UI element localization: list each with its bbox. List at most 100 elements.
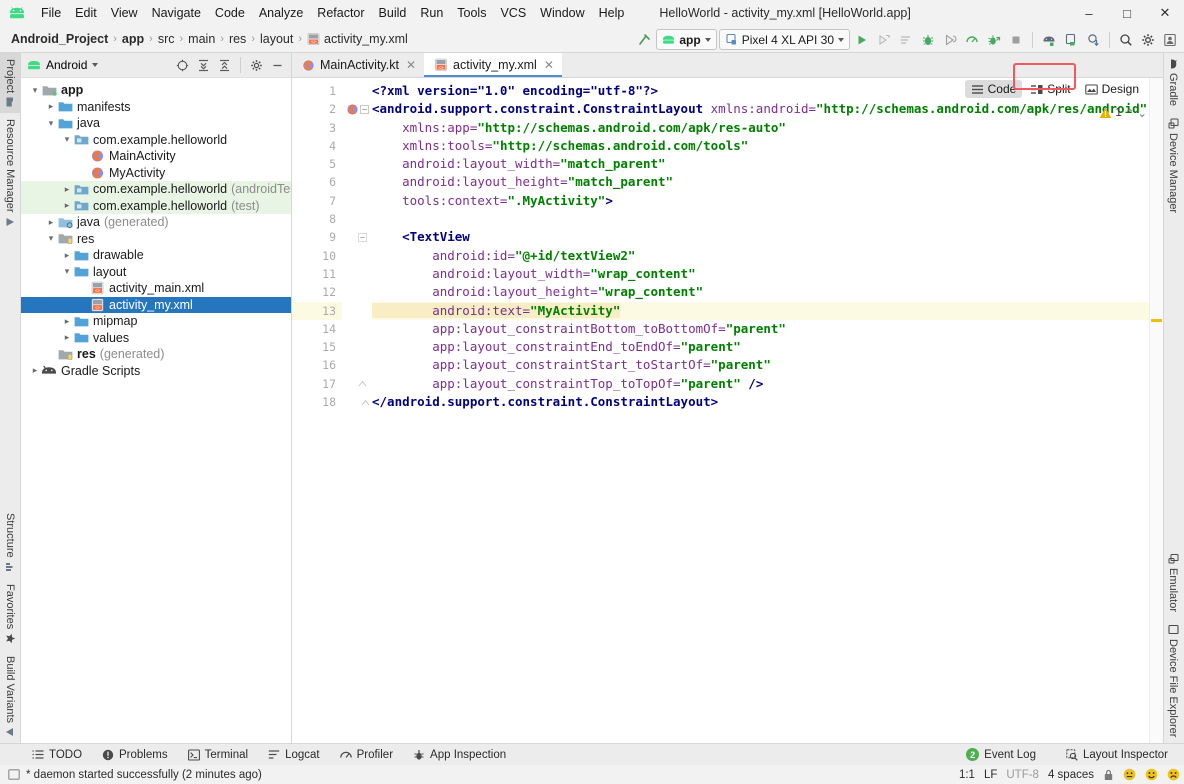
run-configuration-selector[interactable]: app (656, 29, 716, 50)
tree-node[interactable]: ▾layout (21, 264, 291, 281)
breadcrumb-res[interactable]: res (226, 32, 249, 46)
tree-node[interactable]: ▾res (21, 231, 291, 248)
breadcrumb-layout[interactable]: layout (257, 32, 296, 46)
tool-app-inspection[interactable]: App Inspection (403, 749, 516, 761)
chevron-right-icon[interactable]: ▸ (29, 365, 41, 376)
editor-tab-mainactivity[interactable]: MainActivity.kt ✕ (292, 53, 424, 77)
warning-scroll-marker[interactable] (1151, 319, 1162, 322)
gear-icon[interactable] (247, 56, 266, 75)
profiler-button[interactable] (962, 29, 982, 50)
rail-item-resource-manager[interactable]: Resource Manager (0, 113, 20, 233)
tree-node[interactable]: ▸com.example.helloworld(test) (21, 198, 291, 215)
chevron-right-icon[interactable]: ▸ (45, 217, 57, 228)
code-line[interactable]: android:layout_height="wrap_content" (372, 283, 1149, 301)
view-mode-design[interactable]: Design (1079, 80, 1145, 98)
menu-file[interactable]: File (34, 3, 68, 23)
chevron-down-icon[interactable]: ▾ (29, 85, 41, 96)
rail-item-device-file-explorer[interactable]: Device File Explorer (1164, 618, 1182, 743)
editor-marks-gutter[interactable] (342, 78, 372, 743)
code-line[interactable]: app:layout_constraintTop_toTopOf="parent… (372, 375, 1149, 393)
apply-changes-button[interactable] (874, 29, 894, 50)
tree-node[interactable]: res(generated) (21, 346, 291, 363)
chevron-right-icon[interactable]: ▸ (61, 316, 73, 327)
collapse-all-icon[interactable] (215, 56, 234, 75)
tree-node[interactable]: ▸com.example.helloworld(androidTest) (21, 181, 291, 198)
menu-refactor[interactable]: Refactor (310, 3, 371, 23)
menu-navigate[interactable]: Navigate (145, 3, 208, 23)
rail-item-favorites[interactable]: Favorites (0, 578, 20, 650)
chevron-right-icon[interactable]: ▸ (61, 184, 73, 195)
tool-profiler[interactable]: Profiler (330, 749, 403, 761)
code-line[interactable]: <android.support.constraint.ConstraintLa… (372, 100, 1149, 118)
chevron-right-icon[interactable]: ▸ (61, 332, 73, 343)
run-with-coverage-button[interactable] (940, 29, 960, 50)
breadcrumb-file[interactable]: <> activity_my.xml (304, 32, 411, 46)
close-button[interactable]: ✕ (1146, 0, 1184, 26)
search-everywhere-button[interactable] (1116, 29, 1136, 50)
code-line[interactable]: android:layout_height="match_parent" (372, 173, 1149, 191)
code-line[interactable]: app:layout_constraintBottom_toBottomOf="… (372, 320, 1149, 338)
code-line[interactable]: android:layout_width="match_parent" (372, 155, 1149, 173)
code-line[interactable]: android:layout_width="wrap_content" (372, 265, 1149, 283)
apply-code-changes-button[interactable] (896, 29, 916, 50)
menu-code[interactable]: Code (208, 3, 252, 23)
fold-marker-end-root[interactable] (342, 393, 372, 411)
view-mode-split[interactable]: Split (1024, 80, 1076, 98)
menu-window[interactable]: Window (533, 3, 591, 23)
code-line[interactable]: app:layout_constraintEnd_toEndOf="parent… (372, 338, 1149, 356)
chevron-down-icon[interactable]: ▾ (61, 134, 73, 145)
code-line[interactable]: <TextView (372, 228, 1149, 246)
code-line[interactable]: tools:context=".MyActivity"> (372, 192, 1149, 210)
tool-event-log[interactable]: 2 Event Log (956, 748, 1046, 761)
feedback-sad-icon[interactable] (1167, 768, 1180, 781)
tool-logcat[interactable]: Logcat (258, 749, 330, 761)
indent-setting[interactable]: 4 spaces (1048, 769, 1094, 781)
device-selector[interactable]: Pixel 4 XL API 30 (719, 29, 850, 50)
menu-tools[interactable]: Tools (450, 3, 493, 23)
breadcrumb-project[interactable]: Android_Project (8, 32, 111, 46)
close-icon[interactable]: ✕ (406, 58, 416, 72)
chevron-down-icon[interactable]: ▾ (61, 266, 73, 277)
chevron-right-icon[interactable]: ▸ (45, 101, 57, 112)
code-line[interactable]: android:id="@+id/textView2" (372, 247, 1149, 265)
code-line[interactable]: xmlns:app="http://schemas.android.com/ap… (372, 119, 1149, 137)
run-button[interactable] (852, 29, 872, 50)
menu-vcs[interactable]: VCS (493, 3, 533, 23)
locate-icon[interactable] (173, 56, 192, 75)
chevron-right-icon[interactable]: ▸ (61, 200, 73, 211)
tree-node[interactable]: <>activity_my.xml (21, 297, 291, 314)
tool-todo[interactable]: TODO (22, 749, 92, 761)
code-content[interactable]: <?xml version="1.0" encoding="utf-8"?><a… (372, 78, 1149, 743)
minimize-button[interactable]: – (1070, 0, 1108, 26)
code-editor[interactable]: Code Split Design (292, 78, 1163, 743)
next-problem-icon[interactable]: ⌄ (1137, 106, 1147, 120)
avd-manager-button[interactable] (1039, 29, 1059, 50)
tree-node[interactable]: ▸manifests (21, 99, 291, 116)
editor-scroll-markers[interactable] (1149, 78, 1163, 743)
tree-node[interactable]: ▾java (21, 115, 291, 132)
menu-view[interactable]: View (104, 3, 145, 23)
rail-item-emulator[interactable]: Emulator (1164, 547, 1182, 618)
account-button[interactable] (1160, 29, 1180, 50)
menu-help[interactable]: Help (592, 3, 632, 23)
sdk-manager-button[interactable] (1061, 29, 1081, 50)
fold-marker-end[interactable] (342, 375, 372, 393)
menu-analyze[interactable]: Analyze (252, 3, 310, 23)
tree-node[interactable]: ▸mipmap (21, 313, 291, 330)
view-mode-code[interactable]: Code (965, 80, 1023, 98)
tree-node[interactable]: MainActivity (21, 148, 291, 165)
breadcrumb-src[interactable]: src (155, 32, 178, 46)
close-icon[interactable]: ✕ (544, 58, 554, 72)
debug-button[interactable] (918, 29, 938, 50)
tree-node[interactable]: <>activity_main.xml (21, 280, 291, 297)
prev-problem-icon[interactable]: ⌃ (1125, 106, 1135, 120)
line-separator[interactable]: LF (984, 769, 997, 781)
menu-edit[interactable]: Edit (68, 3, 104, 23)
project-tree[interactable]: ▾app▸manifests▾java▾com.example.hellowor… (21, 78, 291, 743)
breadcrumb-main[interactable]: main (185, 32, 218, 46)
expand-all-icon[interactable] (194, 56, 213, 75)
settings-gear-icon[interactable] (1138, 29, 1158, 50)
breadcrumb-app[interactable]: app (119, 32, 147, 46)
tree-node[interactable]: ▸Gradle Scripts (21, 363, 291, 380)
hide-panel-icon[interactable] (268, 56, 287, 75)
